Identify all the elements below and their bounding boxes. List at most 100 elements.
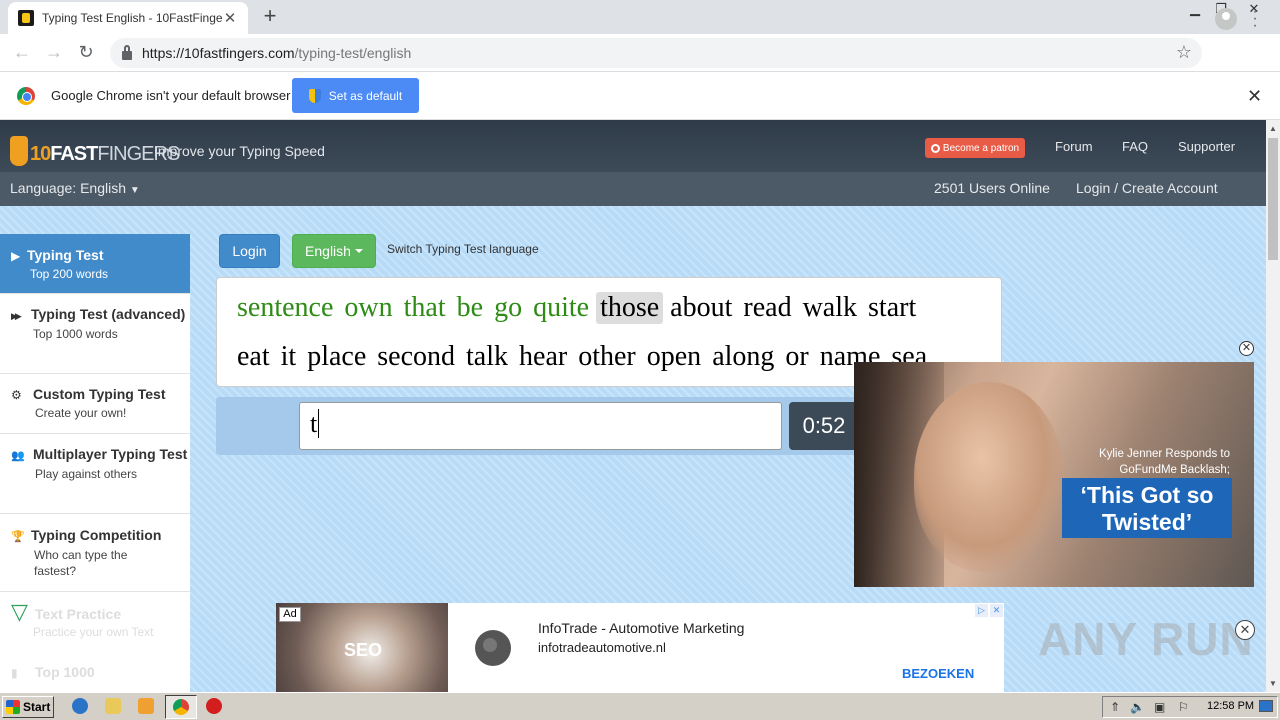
reload-icon[interactable]: ↻ [75,42,97,62]
site-favicon-icon [18,10,34,26]
word: place [307,341,367,372]
video-ad-caption: Kylie Jenner Responds to GoFundMe Backla… [1098,448,1230,476]
scroll-down-arrow-icon[interactable]: ▼ [1266,677,1280,691]
sidebar-item-multiplayer[interactable]: 👥 Multiplayer Typing Test Play against ot… [0,434,190,514]
word: start [868,292,917,323]
set-as-default-button[interactable]: Set as default [292,78,419,113]
shield-icon [308,88,321,103]
words-line-2: eat it place second talk hear other open along or… [233,341,934,373]
become-patron-button[interactable]: Become a patron [925,138,1025,158]
video-ad-headline: ‘This Got so Twisted’ [1062,478,1232,538]
language-dropdown[interactable]: Language: English ▼ [10,180,140,196]
word: read [743,292,792,323]
chevron-down-icon: ▼ [129,185,140,196]
typing-input[interactable]: t [299,402,782,450]
globe-icon [475,630,511,666]
filter-icon: ▽ [11,599,28,624]
word: go [494,292,523,323]
word: other [578,341,636,372]
fast-forward-icon: ▶▶ [11,311,22,321]
infobar-close-icon[interactable]: ✕ [1247,86,1262,107]
tab-close-icon[interactable]: ✕ [222,9,238,27]
countdown-timer: 0:52 [789,402,859,450]
scroll-up-arrow-icon[interactable]: ▲ [1266,122,1280,136]
seo-image-text: SEO [344,640,383,660]
anyrun-watermark: ANY RUN [1038,613,1254,665]
word: or [785,341,809,372]
lock-icon [122,44,132,60]
windows-logo-icon [6,700,20,714]
browser-tab[interactable]: Typing Test English - 10FastFingers. ✕ [8,2,248,34]
folder-icon[interactable] [105,698,121,714]
security-app-icon[interactable] [206,698,222,714]
sidebar-item-typing-competition[interactable]: 🏆 Typing Competition Who can type the fas… [0,514,190,592]
media-player-icon[interactable] [138,698,154,714]
caret-down-icon [354,249,363,253]
login-create-account-link[interactable]: Login / Create Account [1076,180,1218,196]
video-ad-close-icon[interactable]: ✕ [1239,341,1254,356]
chrome-logo-icon [17,87,35,105]
scrollbar-thumb[interactable] [1268,138,1278,260]
users-icon: 👥 [11,450,25,462]
ad-title[interactable]: InfoTrade - Automotive Marketing [538,620,744,636]
address-bar[interactable]: https://10fastfingers.com/typing-test/en… [110,38,1202,68]
sidebar-item-text-practice[interactable]: ▽ Text Practice Practice your own Text [0,600,190,660]
patreon-icon [930,143,940,153]
ad-domain[interactable]: infotradeautomotive.nl [538,640,666,655]
forward-arrow-icon[interactable]: → [43,42,65,62]
ie-icon[interactable] [72,698,88,714]
ad-close-small-icon[interactable]: ✕ [990,604,1003,617]
word: it [280,341,297,372]
word: open [646,341,702,372]
back-arrow-icon[interactable]: ← [11,42,33,62]
word: hear [519,341,568,372]
nav-forum-link[interactable]: Forum [1055,139,1093,154]
new-tab-button[interactable]: + [260,5,280,27]
word: walk [802,292,858,323]
word: own [344,292,393,323]
window-minimize-button[interactable]: ▁ [1184,2,1206,18]
word: those [596,292,664,324]
word: that [403,292,446,323]
word: second [377,341,456,372]
site-tagline: Improve your Typing Speed [154,143,325,159]
sidebar-item-top-1000[interactable]: ▮ Top 1000 [0,660,190,692]
ad-badge: Ad [279,607,301,622]
nav-faq-link[interactable]: FAQ [1122,139,1148,154]
bottom-ad-close-icon[interactable]: ✕ [1235,620,1255,640]
tab-title: Typing Test English - 10FastFingers. [42,11,222,25]
bar-chart-icon: ▮ [11,666,18,680]
nav-supporter-link[interactable]: Supporter [1178,139,1235,154]
text-cursor [318,409,320,438]
language-select-button[interactable]: English [292,234,376,268]
sidebar-item-typing-test[interactable]: ▶ Typing Test Top 200 words [0,234,190,294]
infobar-message: Google Chrome isn't your default browser [51,88,291,103]
word: quite [533,292,590,323]
chrome-taskbar-icon [173,699,189,715]
tray-up-arrow-icon[interactable]: ⇑ [1110,700,1120,714]
bookmark-star-icon[interactable]: ☆ [1176,42,1192,63]
adchoices-icon[interactable]: ▷ [975,604,988,617]
word: talk [466,341,509,372]
sidebar-item-typing-test-advanced[interactable]: ▶▶ Typing Test (advanced) Top 1000 words [0,294,190,374]
word: eat [237,341,270,372]
video-thumbnail-face [914,382,1064,572]
words-line-1: sentence own that be go quite those about read wa… [233,292,923,324]
volume-icon[interactable]: 🔈 [1130,700,1145,714]
network-icon[interactable]: ▣ [1154,700,1165,714]
word: about [670,292,733,323]
flag-icon[interactable]: ⚐ [1178,700,1189,714]
switch-language-text: Switch Typing Test language [387,242,539,256]
play-icon: ▶ [11,249,21,263]
ad-visit-button[interactable]: BEZOEKEN [902,666,974,681]
chrome-menu-icon[interactable]: · · · [1250,4,1260,34]
profile-avatar-icon[interactable] [1215,8,1237,30]
start-button[interactable]: Start [2,696,54,718]
trophy-icon: 🏆 [11,531,25,543]
show-desktop-icon[interactable] [1259,700,1273,712]
sidebar-item-custom-typing-test[interactable]: ⚙ Custom Typing Test Create your own! [0,374,190,434]
login-button[interactable]: Login [219,234,280,268]
taskbar-clock: 12:58 PM [1207,700,1255,712]
browser-toolbar: ← → ↻ https://10fastfingers.com/typing-t… [0,34,1280,72]
word: sentence [237,292,334,323]
